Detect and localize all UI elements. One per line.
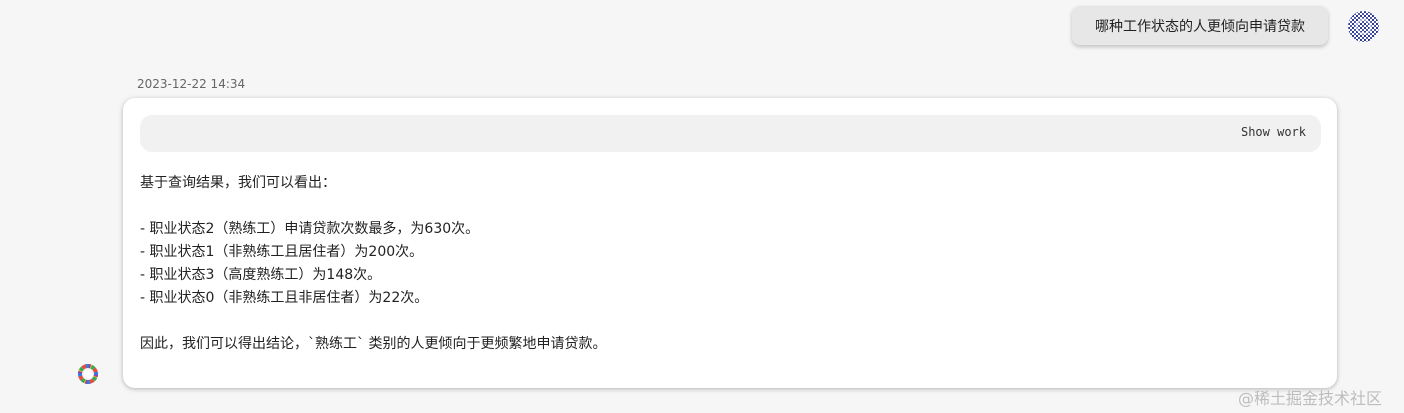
show-work-button[interactable]: Show work: [1241, 125, 1306, 139]
answer-list-item: - 职业状态3（高度熟练工）为148次。: [140, 267, 382, 283]
answer-intro: 基于查询结果，我们可以看出：: [140, 175, 336, 191]
answer-conclusion: 因此，我们可以得出结论，`熟练工` 类别的人更倾向于更频繁地申请贷款。: [140, 336, 607, 352]
user-question-bubble: 哪种工作状态的人更倾向申请贷款: [1072, 6, 1328, 45]
answer-list-item: - 职业状态2（熟练工）申请贷款次数最多，为630次。: [140, 221, 480, 237]
site-watermark: @稀土掘金技术社区: [1238, 389, 1383, 408]
message-timestamp: 2023-12-22 14:34: [137, 77, 246, 91]
assistant-answer-card: Show work 基于查询结果，我们可以看出： - 职业状态2（熟练工）申请贷…: [123, 98, 1337, 388]
show-work-bar[interactable]: Show work: [140, 115, 1321, 152]
user-avatar-pattern-icon[interactable]: [1348, 11, 1379, 42]
user-question-text: 哪种工作状态的人更倾向申请贷款: [1095, 18, 1305, 35]
chat-page: 哪种工作状态的人更倾向申请贷款 2023-12-22 14:34 Show wo…: [0, 0, 1404, 413]
answer-text: 基于查询结果，我们可以看出： - 职业状态2（熟练工）申请贷款次数最多，为630…: [140, 172, 1310, 356]
colorful-flower-logo-icon: [75, 361, 101, 387]
answer-list-item: - 职业状态0（非熟练工且非居住者）为22次。: [140, 290, 429, 306]
answer-list-item: - 职业状态1（非熟练工且居住者）为200次。: [140, 244, 424, 260]
